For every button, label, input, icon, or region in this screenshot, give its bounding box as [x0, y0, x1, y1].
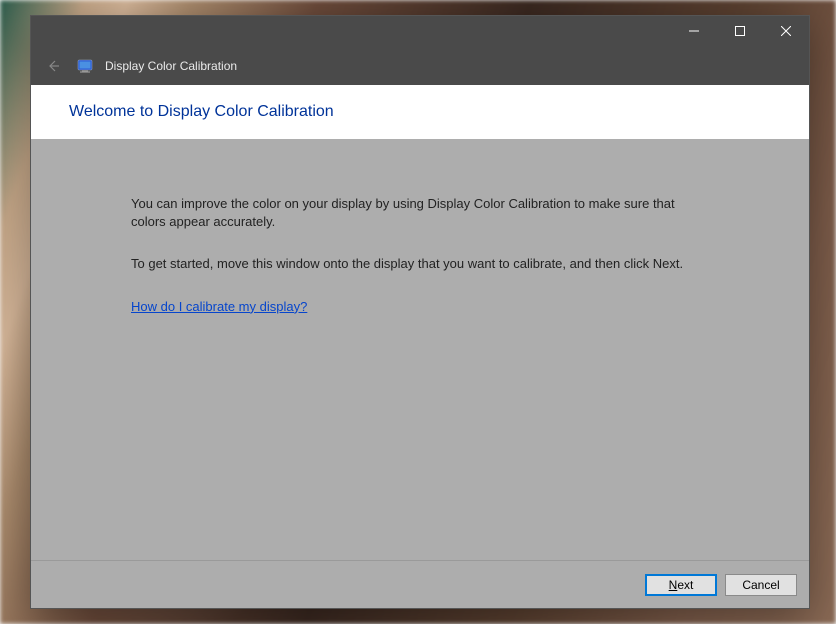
intro-paragraph-1: You can improve the color on your displa… [131, 195, 709, 231]
maximize-button[interactable] [717, 16, 763, 46]
minimize-button[interactable] [671, 16, 717, 46]
close-icon [781, 26, 791, 36]
next-button[interactable]: Next [645, 574, 717, 596]
back-button[interactable] [41, 54, 65, 78]
wizard-content: You can improve the color on your displa… [31, 139, 809, 560]
cancel-button[interactable]: Cancel [725, 574, 797, 596]
next-label-rest: ext [677, 578, 693, 592]
page-title: Welcome to Display Color Calibration [31, 85, 809, 139]
intro-paragraph-2: To get started, move this window onto th… [131, 255, 709, 273]
close-button[interactable] [763, 16, 809, 46]
next-accelerator: N [669, 578, 678, 592]
back-arrow-icon [45, 58, 61, 74]
app-title: Display Color Calibration [105, 59, 237, 73]
wizard-footer: Next Cancel [31, 560, 809, 608]
help-link[interactable]: How do I calibrate my display? [131, 299, 307, 314]
monitor-icon [77, 58, 93, 74]
maximize-icon [735, 26, 745, 36]
wizard-header-row: Display Color Calibration [31, 46, 809, 85]
calibration-wizard-window: Display Color Calibration Welcome to Dis… [30, 15, 810, 609]
window-titlebar [31, 16, 809, 46]
minimize-icon [689, 26, 699, 36]
app-icon [77, 58, 93, 74]
